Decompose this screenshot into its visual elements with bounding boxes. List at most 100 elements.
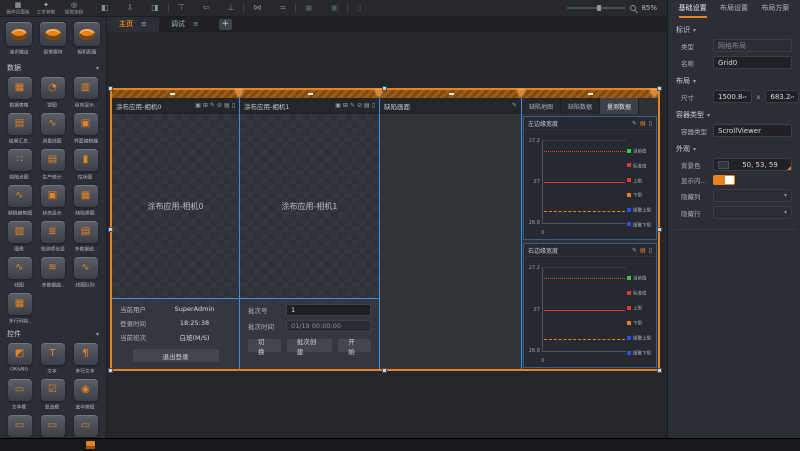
chart-header-icon[interactable]: ✎ xyxy=(632,247,637,254)
sidebar-item[interactable]: ▭ xyxy=(71,415,100,438)
toolbar-icon[interactable]: ⊥ xyxy=(219,3,244,13)
defect-view-panel[interactable] xyxy=(380,114,521,369)
column-split-marker[interactable] xyxy=(375,90,383,97)
section-identity[interactable]: 标识▾ xyxy=(668,25,800,35)
properties-tab[interactable]: 基础设置 xyxy=(679,0,707,18)
quick-item[interactable]: ▦ 操作员面板 xyxy=(4,1,32,16)
module-item[interactable]: 视觉模块 xyxy=(39,22,68,56)
panel-header[interactable]: 涂布应用-相机0 ▣⊞✎⊘▤▯ xyxy=(112,98,239,114)
quick-item[interactable]: ◎ 视觉流程 xyxy=(60,1,88,16)
sidebar-item[interactable]: ◔ 饼图 xyxy=(38,77,67,109)
properties-tab[interactable]: 布局设置 xyxy=(720,0,748,18)
resize-handle[interactable] xyxy=(108,86,113,91)
chart-header-icon[interactable]: ▯ xyxy=(649,120,652,127)
sidebar-item[interactable]: ▭ xyxy=(38,415,67,438)
sidebar-item[interactable]: ▥ 纵向显示.. xyxy=(71,77,100,109)
toolbar-icon[interactable]: ⋈ xyxy=(243,3,270,13)
data-tab[interactable]: 缺陷数据 xyxy=(561,98,600,114)
batch-button[interactable]: 切换 xyxy=(248,339,281,352)
grid-column-header-strip[interactable] xyxy=(112,90,658,98)
panel-header-icon[interactable]: ⊞ xyxy=(343,102,348,109)
module-item[interactable]: 通讯输出 xyxy=(5,22,34,56)
sidebar-item[interactable]: ▭ xyxy=(5,415,34,438)
sidebar-item[interactable]: ☑ 复选框 xyxy=(38,379,67,411)
resize-handle[interactable] xyxy=(657,227,662,232)
container-type-select[interactable]: ScrollViewer xyxy=(713,124,792,137)
sidebar-item[interactable]: ▨ 图像 xyxy=(5,221,34,253)
batch-button[interactable]: 开始 xyxy=(338,339,371,352)
sidebar-item[interactable]: ∿ 缺陷趋势图 xyxy=(5,185,34,217)
panel-header-icon[interactable]: ✎ xyxy=(210,102,215,109)
sidebar-item[interactable]: ∿ 测量线图 xyxy=(38,113,67,145)
logout-button[interactable]: 退出登录 xyxy=(133,349,219,362)
sidebar-item[interactable]: ∿ 线图队列 xyxy=(71,257,100,289)
design-surface-grid0[interactable]: 涂布应用-相机0 ▣⊞✎⊘▤▯ 涂布应用-相机0 当前用户 SuperAdm xyxy=(110,88,660,371)
sidebar-item[interactable]: ▮ 柱状图 xyxy=(71,149,100,181)
toolbar-icon[interactable]: ◨ xyxy=(142,3,168,13)
data-tab[interactable]: 缺陷地图 xyxy=(522,98,561,114)
resize-handle[interactable] xyxy=(657,86,662,91)
toolbar-icon[interactable]: ⇦ xyxy=(194,3,219,13)
panel-header-icon[interactable]: ▤ xyxy=(224,102,230,109)
sidebar-item[interactable]: ▤ 多数据统.. xyxy=(71,221,100,253)
column-split-marker[interactable] xyxy=(517,90,525,97)
panel-header-icon[interactable]: ⊘ xyxy=(357,102,362,109)
column-grip[interactable] xyxy=(588,93,593,95)
chart-left-edge-width[interactable]: 左边缘宽度 ✎▤▯ 27.2 27 26.8 xyxy=(523,116,657,240)
image-display-panel[interactable]: 涂布应用-相机1 xyxy=(240,114,379,298)
section-header-data[interactable]: 数据 ▾ xyxy=(5,59,101,75)
design-canvas[interactable]: 涂布应用-相机0 ▣⊞✎⊘▤▯ 涂布应用-相机0 当前用户 SuperAdm xyxy=(108,32,667,438)
sidebar-item[interactable]: ▦ 缺陷类图 xyxy=(71,185,100,217)
chart-header-icon[interactable]: ▤ xyxy=(640,120,646,127)
column-grip[interactable] xyxy=(449,93,454,95)
zoom-slider-knob[interactable] xyxy=(597,5,601,11)
panel-header-icon[interactable]: ⊞ xyxy=(203,102,208,109)
panel-header-icon[interactable]: ✎ xyxy=(350,102,355,109)
display-content-toggle[interactable] xyxy=(713,175,735,185)
chart-right-edge-width[interactable]: 右边缘宽度 ✎▤▯ 27.2 27 26.8 xyxy=(523,243,657,368)
panel-header[interactable]: 缺陷画面 ✎ xyxy=(380,98,521,114)
sidebar-item[interactable]: ∿ 线图 xyxy=(5,257,34,289)
height-stepper[interactable]: 683.2▴▾ xyxy=(765,90,799,103)
column-split-marker[interactable] xyxy=(650,90,658,97)
data-tab[interactable]: 量测数据 xyxy=(600,98,639,114)
column-grip[interactable] xyxy=(170,93,175,95)
hidden-rows-select[interactable]: ▾ xyxy=(713,206,792,219)
properties-tab[interactable]: 布局方案 xyxy=(761,0,789,18)
section-appearance[interactable]: 外观▾ xyxy=(668,144,800,154)
sidebar-item[interactable]: ▭ 文本框 xyxy=(5,379,34,411)
image-display-panel[interactable]: 涂布应用-相机0 xyxy=(112,114,239,298)
type-field[interactable]: 网格布局 xyxy=(713,39,792,52)
resize-handle[interactable] xyxy=(657,368,662,373)
sidebar-item[interactable]: ≋ 多数据曲.. xyxy=(38,257,67,289)
quick-item[interactable]: ✦ 工艺参数 xyxy=(32,1,60,16)
panel-header-icon[interactable]: ▣ xyxy=(195,102,201,109)
resize-handle[interactable] xyxy=(108,227,113,232)
chevron-down-icon[interactable]: ▾ xyxy=(96,65,99,72)
panel-header-icon[interactable]: ▯ xyxy=(232,102,235,109)
sidebar-item[interactable]: T 文本 xyxy=(38,343,67,375)
column-split-marker[interactable] xyxy=(235,90,243,97)
panel-header-icon[interactable]: ▣ xyxy=(335,102,341,109)
sidebar-item[interactable]: ▣ 界面编辑器 xyxy=(71,113,100,145)
batch-no-input[interactable]: 1 xyxy=(286,304,371,316)
resize-handle[interactable] xyxy=(108,368,113,373)
sidebar-item[interactable]: ▦ 数据表格 xyxy=(5,77,34,109)
status-notification-icon[interactable] xyxy=(86,441,95,449)
column-grip[interactable] xyxy=(308,93,313,95)
sidebar-item[interactable]: ▤ 结果汇总.. xyxy=(5,113,34,145)
chart-header-icon[interactable]: ▤ xyxy=(640,247,646,254)
sidebar-item[interactable]: ▣ 状态显示 xyxy=(38,185,67,217)
name-field[interactable]: Grid0 xyxy=(713,56,792,69)
toolbar-icon[interactable]: ≍ xyxy=(270,3,295,13)
panel-header-icon[interactable]: ⊘ xyxy=(217,102,222,109)
page-tab[interactable]: 主页 ≡ xyxy=(107,17,159,32)
sidebar-item[interactable]: ▦ 多行列缺.. xyxy=(5,293,34,325)
resize-handle[interactable] xyxy=(382,368,387,373)
module-item[interactable]: 相机配置 xyxy=(72,22,101,56)
panel-header[interactable]: 涂布应用-相机1 ▣⊞✎⊘▤▯ xyxy=(240,98,379,114)
toolbar-icon[interactable]: ▣ xyxy=(295,3,322,13)
resize-handle[interactable] xyxy=(382,86,387,91)
chevron-down-icon[interactable]: ▾ xyxy=(96,331,99,338)
sidebar-item[interactable]: ◉ 选中按钮 xyxy=(71,379,100,411)
